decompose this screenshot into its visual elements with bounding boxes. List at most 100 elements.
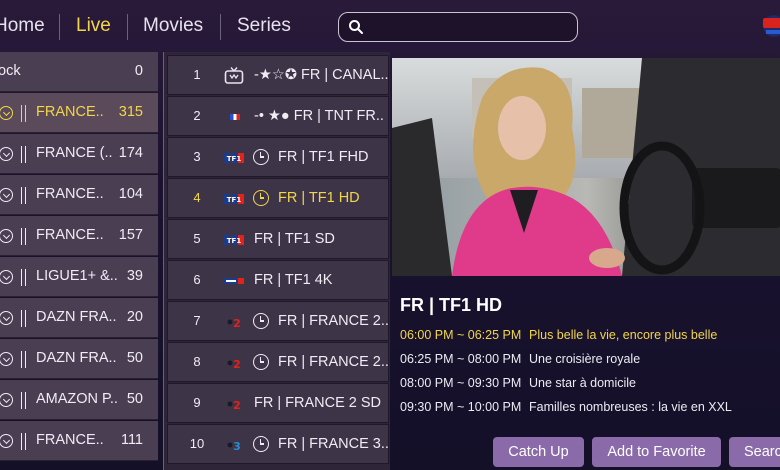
category-item[interactable]: FRANCE.. 104 [0, 175, 158, 215]
channel-item[interactable]: 8 2 FR | FRANCE 2.. [167, 342, 389, 382]
category-name: ock [0, 63, 21, 79]
category-name: FRANCE.. [36, 432, 104, 448]
channel-item[interactable]: 10 3 FR | FRANCE 3.. [167, 424, 389, 464]
category-count: 50 [126, 350, 143, 366]
channel-number: 9 [193, 395, 201, 410]
tf1-4k-logo [224, 278, 244, 284]
channel-item[interactable]: 9 2 FR | FRANCE 2 SD [167, 383, 389, 423]
divider-bars-icon [21, 433, 26, 450]
channel-name: FR | TF1 FHD [278, 149, 369, 165]
category-item[interactable]: FRANCE.. 157 [0, 216, 158, 256]
channel-number: 6 [193, 272, 201, 287]
france2-logo: 2 [227, 317, 241, 328]
channel-name: -★☆✪ FR | CANAL.. [254, 67, 389, 83]
search-input[interactable] [371, 17, 571, 37]
category-name: FRANCE.. [36, 186, 104, 202]
epg-row[interactable]: 08:00 PM ~ 09:30 PM Une star à domicile [400, 376, 636, 390]
catchup-clock-icon [253, 149, 269, 165]
chevron-down-icon [0, 393, 13, 407]
category-count: 111 [120, 432, 143, 448]
channel-item[interactable]: 2 -• ★● FR | TNT FR.. [167, 96, 389, 136]
channel-item[interactable]: 3 TF1 FR | TF1 FHD [167, 137, 389, 177]
add-to-favorite-button[interactable]: Add to Favorite [592, 437, 721, 467]
catchup-clock-icon [253, 190, 269, 206]
search-icon [349, 20, 363, 34]
chevron-down-icon [0, 188, 13, 202]
svg-text:2: 2 [233, 358, 241, 369]
tf1-logo: TF1 [224, 153, 244, 163]
category-item[interactable]: DAZN FRA.. 50 [0, 339, 158, 379]
channel-item[interactable]: 1 -★☆✪ FR | CANAL.. [167, 55, 389, 95]
category-item[interactable]: LIGUE1+ &.. 39 [0, 257, 158, 297]
tab-movies[interactable]: Movies [143, 15, 203, 37]
search-button[interactable]: Searc [729, 437, 780, 467]
channel-title: FR | TF1 HD [400, 295, 503, 315]
nav-divider [59, 14, 60, 40]
chevron-down-icon [0, 106, 13, 120]
channel-number: 5 [193, 231, 201, 246]
france2-logo: 2 [227, 399, 241, 410]
channel-item[interactable]: 6 FR | TF1 4K [167, 260, 389, 300]
category-count: 315 [118, 104, 143, 120]
epg-row[interactable]: 06:25 PM ~ 08:00 PM Une croisière royale [400, 352, 640, 366]
epg-title: Une croisière royale [529, 352, 641, 366]
divider-bars-icon [21, 187, 26, 204]
epg-title: Plus belle la vie, encore plus belle [529, 328, 718, 342]
top-nav: Home Live Movies Series [0, 0, 780, 52]
video-player[interactable] [392, 58, 780, 276]
category-name: LIGUE1+ &.. [36, 268, 118, 284]
channel-number: 2 [193, 108, 201, 123]
tab-series[interactable]: Series [237, 15, 291, 37]
app-logo-icon [763, 15, 780, 37]
channel-name: FR | FRANCE 2 SD [254, 395, 382, 411]
search-bar[interactable] [338, 12, 578, 42]
epg-row[interactable]: 09:30 PM ~ 10:00 PM Familles nombreuses :… [400, 400, 732, 414]
category-item[interactable]: AMAZON P.. 50 [0, 380, 158, 420]
category-name: DAZN FRA.. [36, 309, 117, 325]
divider-bars-icon [21, 105, 26, 122]
channel-number: 10 [189, 436, 205, 451]
channel-number: 8 [193, 354, 201, 369]
france3-logo: 3 [227, 440, 241, 451]
epg-time: 08:00 PM ~ 09:30 PM [400, 376, 522, 390]
category-item[interactable]: FRANCE.. 111 [0, 421, 158, 461]
svg-text:2: 2 [233, 317, 241, 328]
divider-bars-icon [21, 146, 26, 163]
catchup-clock-icon [253, 354, 269, 370]
category-item[interactable]: DAZN FRA.. 20 [0, 298, 158, 338]
divider-bars-icon [21, 228, 26, 245]
chevron-down-icon [0, 147, 13, 161]
channel-item[interactable]: 5 TF1 FR | TF1 SD [167, 219, 389, 259]
category-item[interactable]: FRANCE (.. 174 [0, 134, 158, 174]
channel-number: 7 [193, 313, 201, 328]
channel-name: FR | FRANCE 2.. [278, 313, 389, 329]
category-count: 157 [118, 227, 143, 243]
tab-live[interactable]: Live [76, 15, 111, 37]
tf1-logo: TF1 [224, 194, 244, 204]
catch-up-button[interactable]: Catch Up [493, 437, 584, 467]
channel-item[interactable]: 4 TF1 FR | TF1 HD [167, 178, 389, 218]
epg-row[interactable]: 06:00 PM ~ 06:25 PM Plus belle la vie, en… [400, 328, 717, 342]
epg-title: Une star à domicile [529, 376, 636, 390]
category-item[interactable]: ock 0 [0, 52, 158, 92]
nav-divider [220, 14, 221, 40]
channel-number: 4 [193, 190, 201, 205]
tab-home[interactable]: Home [0, 15, 45, 37]
epg-time: 09:30 PM ~ 10:00 PM [400, 400, 522, 414]
category-name: DAZN FRA.. [36, 350, 117, 366]
catchup-clock-icon [253, 436, 269, 452]
svg-text:3: 3 [233, 440, 241, 451]
category-count: 50 [126, 391, 143, 407]
category-count: 20 [126, 309, 143, 325]
tv-icon [224, 67, 244, 84]
catchup-clock-icon [253, 313, 269, 329]
divider-bars-icon [21, 310, 26, 327]
divider-bars-icon [21, 351, 26, 368]
category-name: FRANCE (.. [36, 145, 113, 161]
svg-text:2: 2 [233, 399, 241, 410]
channel-name: -• ★● FR | TNT FR.. [254, 108, 384, 124]
channel-item[interactable]: 7 2 FR | FRANCE 2.. [167, 301, 389, 341]
category-item[interactable]: FRANCE.. 315 [0, 93, 158, 133]
epg-time: 06:00 PM ~ 06:25 PM [400, 328, 522, 342]
category-name: FRANCE.. [36, 104, 104, 120]
